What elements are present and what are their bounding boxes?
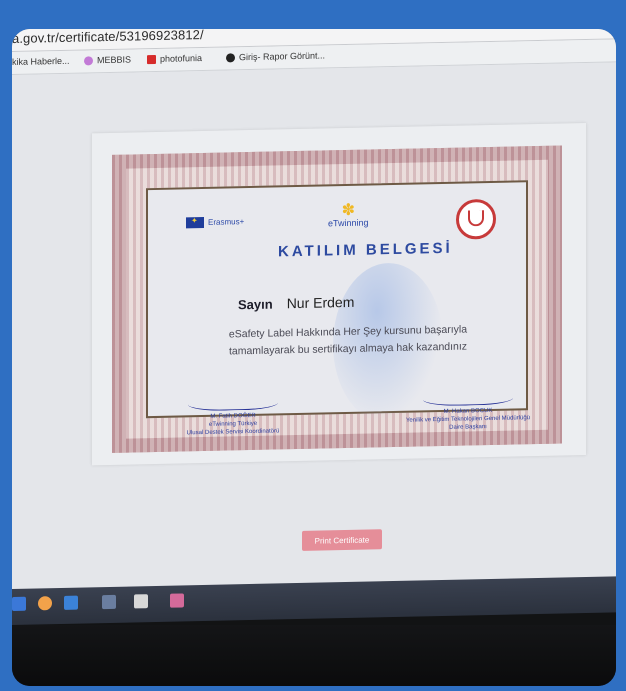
ie-icon[interactable]: [64, 595, 78, 610]
etwinning-logo: ✽ eTwinning: [328, 201, 369, 229]
paint-icon[interactable]: [170, 593, 184, 608]
bookmark-label: Giriş- Rapor Görünt...: [239, 50, 326, 63]
salutation: Sayın: [238, 296, 273, 313]
photo-frame: a.gov.tr/certificate/53196923812/ kika H…: [12, 29, 616, 686]
print-certificate-button[interactable]: Print Certificate: [302, 529, 382, 551]
globe-icon: [226, 52, 235, 63]
signature-stroke: [423, 387, 513, 407]
signature-right: M. Hakan BOCUK Yenilik ve Eğitim Teknolo…: [398, 387, 538, 433]
signer-role: Ulusal Destek Servisi Koordinatörü: [186, 428, 280, 437]
certificate-body: Erasmus+ ✽eTwinning KATILIM BELGESİ Sayı…: [146, 180, 530, 436]
certificate-title: KATILIM BELGESİ: [278, 239, 453, 261]
recipient-name: Nur Erdem: [286, 293, 355, 312]
monitor-bezel: [12, 625, 616, 686]
eu-flag-icon: [186, 216, 204, 229]
certificate-text: eSafety Label Hakkında Her Şey kursunu b…: [188, 321, 508, 362]
greeting: Sayın Nur Erdem: [238, 294, 354, 312]
page-content: Erasmus+ ✽eTwinning KATILIM BELGESİ Sayı…: [12, 62, 616, 611]
bookmark-rapor[interactable]: Giriş- Rapor Görünt...: [226, 50, 325, 62]
ministry-seal-icon: [456, 198, 496, 240]
explorer-icon[interactable]: [38, 596, 52, 611]
bookmark-photofunia[interactable]: photofunia: [147, 53, 202, 64]
bookmark-label: photofunia: [160, 53, 203, 64]
browser-screen: a.gov.tr/certificate/53196923812/ kika H…: [12, 29, 616, 611]
brand-label: eTwinning: [328, 217, 369, 229]
erasmus-logo: Erasmus+: [186, 216, 245, 229]
etwinning-icon: ✽: [341, 201, 355, 220]
bookmark-label: MEBBIS: [97, 54, 132, 66]
program-label: Erasmus+: [208, 217, 245, 227]
bookmark-mebbis[interactable]: MEBBIS: [84, 55, 131, 66]
bookmark-label: kika Haberle...: [12, 55, 70, 67]
start-icon[interactable]: [12, 596, 26, 611]
signature-left: M. Fatih DOĞER eTwinning Türkiye Ulusal …: [178, 392, 288, 437]
mebbis-icon: [84, 55, 93, 65]
app-icon[interactable]: [134, 594, 148, 609]
url-text: a.gov.tr/certificate/53196923812/: [12, 29, 204, 46]
signature-stroke: [188, 392, 278, 412]
photofunia-icon: [147, 54, 156, 64]
files-icon[interactable]: [102, 594, 116, 610]
bookmark-kika[interactable]: kika Haberle...: [12, 56, 70, 67]
certificate: Erasmus+ ✽eTwinning KATILIM BELGESİ Sayı…: [112, 145, 562, 453]
